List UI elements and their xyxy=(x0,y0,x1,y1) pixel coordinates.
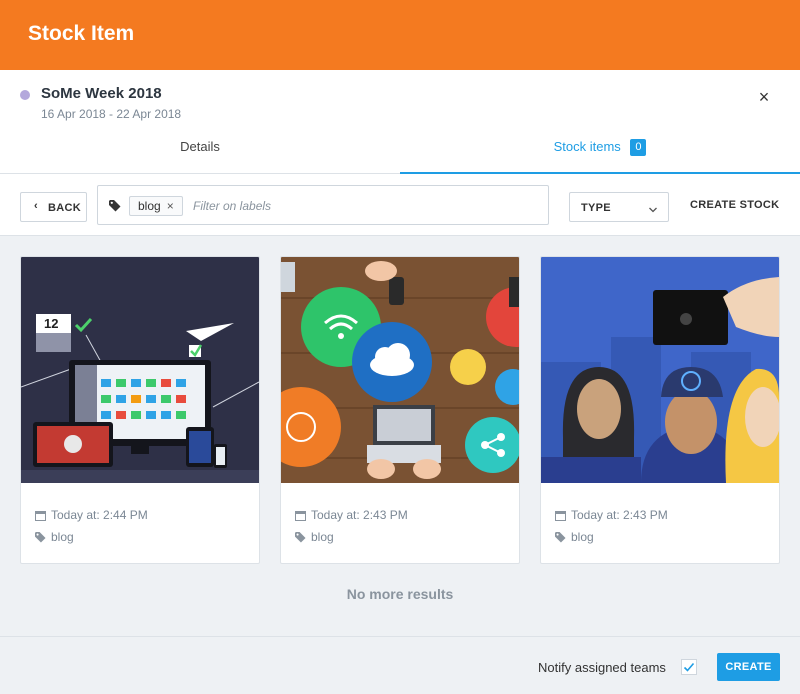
tag-icon xyxy=(295,532,306,546)
card-tag-text: blog xyxy=(311,530,334,544)
tag-icon xyxy=(109,199,121,217)
card-date: Today at: 2:43 PM xyxy=(555,508,668,524)
back-button-label: BACK xyxy=(48,202,81,214)
chevron-left-icon: ‹ xyxy=(34,200,38,212)
campaign-color-dot xyxy=(20,90,30,100)
card-date-text: Today at: 2:43 PM xyxy=(571,508,668,522)
tag-icon xyxy=(555,532,566,546)
filter-labels-input[interactable] xyxy=(193,196,533,216)
stock-item-card[interactable]: Today at: 2:43 PM blog xyxy=(280,256,520,564)
modal-title: Stock Item xyxy=(28,22,135,45)
filter-chip-blog: blog × xyxy=(129,196,183,216)
card-tag-text: blog xyxy=(571,530,594,544)
card-tag: blog xyxy=(295,530,334,546)
filter-toolbar: ‹ BACK blog × TYPE CREATE STOCK xyxy=(0,174,800,236)
social-media-desk-illustration xyxy=(281,257,519,483)
stock-item-card[interactable]: Today at: 2:43 PM blog xyxy=(540,256,780,564)
label-filter-box[interactable]: blog × xyxy=(97,185,549,225)
card-tag-text: blog xyxy=(51,530,74,544)
campaign-name: SoMe Week 2018 xyxy=(41,85,162,102)
modal-footer: Notify assigned teams CREATE xyxy=(0,636,800,694)
calendar-icon xyxy=(295,510,306,524)
tag-icon xyxy=(35,532,46,546)
tab-stock-items-label: Stock items xyxy=(553,139,621,154)
back-button[interactable]: ‹ BACK xyxy=(20,192,87,222)
stock-item-card[interactable]: 12 Today at: 2:44 PM blog xyxy=(20,256,260,564)
card-tag: blog xyxy=(555,530,594,546)
notify-teams-checkbox[interactable] xyxy=(681,659,697,675)
group-selfie-illustration xyxy=(541,257,779,483)
chevron-down-icon xyxy=(648,202,658,220)
filter-chip-label: blog xyxy=(138,199,161,213)
card-date-text: Today at: 2:44 PM xyxy=(51,508,148,522)
calendar-icon xyxy=(35,510,46,524)
remove-chip-icon[interactable]: × xyxy=(167,199,174,213)
notify-teams-label: Notify assigned teams xyxy=(538,660,666,675)
campaign-info-panel: SoMe Week 2018 16 Apr 2018 - 22 Apr 2018… xyxy=(0,70,800,174)
create-stock-button[interactable]: CREATE STOCK xyxy=(690,199,779,211)
card-date: Today at: 2:43 PM xyxy=(295,508,408,524)
card-date-text: Today at: 2:43 PM xyxy=(311,508,408,522)
create-button[interactable]: CREATE xyxy=(717,653,780,681)
stock-items-count-badge: 0 xyxy=(630,139,647,156)
campaign-dates: 16 Apr 2018 - 22 Apr 2018 xyxy=(41,107,182,121)
type-dropdown[interactable]: TYPE xyxy=(569,192,669,222)
tab-bar: Details Stock items 0 xyxy=(0,128,800,174)
type-dropdown-label: TYPE xyxy=(581,202,611,214)
card-tag: blog xyxy=(35,530,74,546)
tab-details[interactable]: Details xyxy=(0,128,400,174)
no-more-results-text: No more results xyxy=(346,586,454,602)
close-icon[interactable]: × xyxy=(755,88,773,106)
tab-details-label: Details xyxy=(180,139,220,154)
card-date: Today at: 2:44 PM xyxy=(35,508,148,524)
checkmark-icon xyxy=(683,662,695,672)
svg-text:12: 12 xyxy=(44,316,58,331)
modal-header: Stock Item xyxy=(0,0,800,70)
calendar-icon xyxy=(555,510,566,524)
tab-stock-items[interactable]: Stock items 0 xyxy=(400,128,800,174)
dashboard-devices-illustration: 12 xyxy=(21,257,259,483)
